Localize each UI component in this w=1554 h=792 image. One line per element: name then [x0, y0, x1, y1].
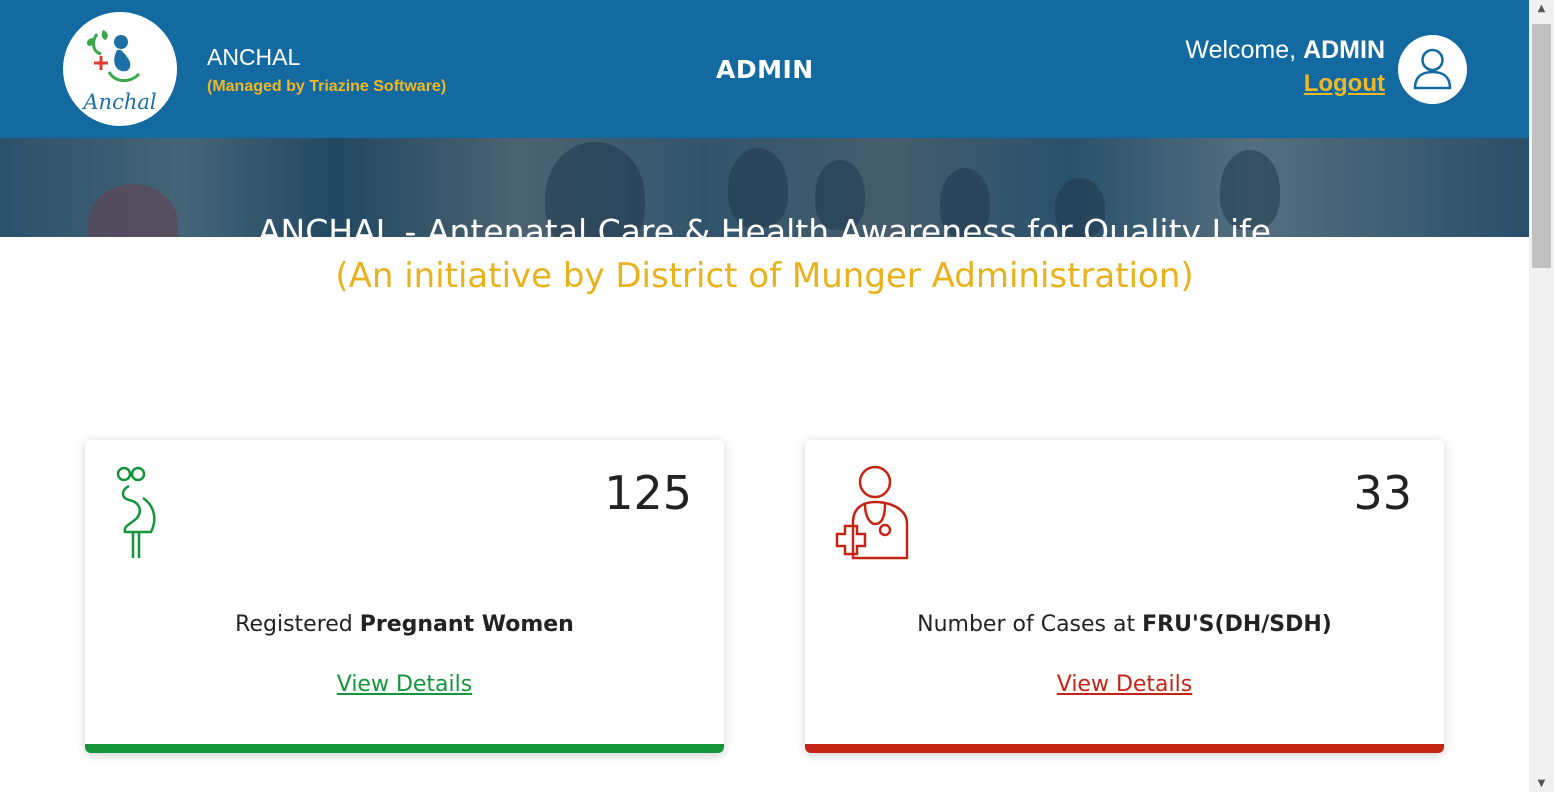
pregnant-women-card: 125 Registered Pregnant Women View Detai…	[85, 440, 724, 753]
hero-banner: ANCHAL - Antenatal Care & Health Awarene…	[0, 138, 1529, 237]
label-bold: Pregnant Women	[359, 612, 574, 637]
fru-cases-card: 33 Number of Cases at FRU'S(DH/SDH) View…	[805, 440, 1444, 753]
anchal-logo[interactable]: Anchal	[63, 12, 177, 126]
label-prefix: Number of Cases at	[917, 612, 1143, 637]
fru-cases-count: 33	[1353, 466, 1412, 520]
welcome-prefix: Welcome,	[1185, 36, 1304, 64]
scroll-up-arrow-icon[interactable]: ▲	[1529, 0, 1554, 17]
banner-subtitle: (An initiative by District of Munger Adm…	[335, 256, 1194, 296]
avatar[interactable]	[1398, 35, 1467, 104]
user-icon	[1413, 48, 1452, 90]
logo-text: Anchal	[83, 90, 157, 114]
brand-name: ANCHAL	[207, 44, 301, 70]
logout-link[interactable]: Logout	[1304, 70, 1385, 98]
top-header: Anchal ANCHAL (Managed by Triazine Softw…	[0, 0, 1529, 138]
banner-title: ANCHAL - Antenatal Care & Health Awarene…	[257, 212, 1272, 237]
label-prefix: Registered	[235, 612, 360, 637]
fru-cases-label: Number of Cases at FRU'S(DH/SDH)	[805, 612, 1444, 637]
pregnant-women-count: 125	[604, 466, 692, 520]
vertical-scrollbar[interactable]: ▲ ▼	[1529, 0, 1554, 792]
pregnant-women-label: Registered Pregnant Women	[85, 612, 724, 637]
scroll-thumb[interactable]	[1532, 24, 1551, 268]
welcome-user: ADMIN	[1303, 36, 1385, 64]
page-title: ADMIN	[716, 55, 814, 84]
scroll-down-arrow-icon[interactable]: ▼	[1529, 775, 1554, 792]
pregnant-woman-icon	[116, 466, 156, 558]
fru-cases-view-details[interactable]: View Details	[805, 672, 1444, 697]
label-bold: FRU'S(DH/SDH)	[1142, 612, 1332, 637]
brand-subtitle: (Managed by Triazine Software)	[207, 78, 447, 95]
welcome-text: Welcome, ADMIN	[1185, 36, 1385, 65]
doctor-icon	[835, 465, 909, 560]
page: Anchal ANCHAL (Managed by Triazine Softw…	[0, 0, 1529, 792]
pregnant-women-view-details[interactable]: View Details	[85, 672, 724, 697]
